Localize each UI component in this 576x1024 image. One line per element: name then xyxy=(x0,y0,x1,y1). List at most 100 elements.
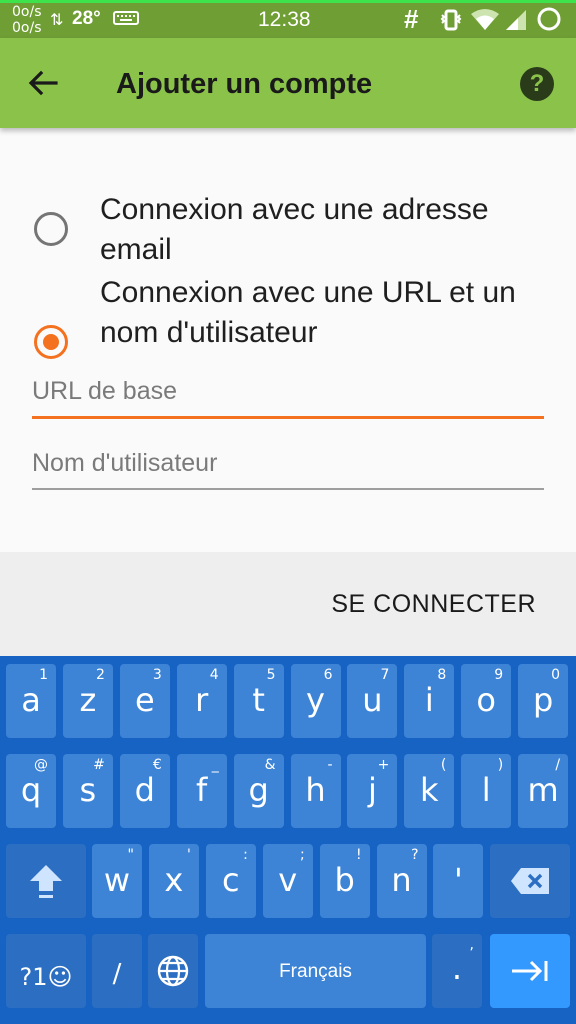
key-label: m xyxy=(527,771,559,809)
key-label: y xyxy=(306,681,325,719)
base-url-input[interactable] xyxy=(32,374,544,408)
key-label: n xyxy=(391,861,412,899)
base-url-field[interactable] xyxy=(32,374,544,419)
clock: 12:38 xyxy=(258,8,311,31)
option-email-label: Connexion avec une adresse email xyxy=(100,193,489,266)
key-label: h xyxy=(305,771,326,809)
key-label: t xyxy=(252,681,265,719)
key-label: i xyxy=(424,681,434,719)
data-transfer-icon: ⇅ xyxy=(50,12,64,29)
key-label: d xyxy=(134,771,155,809)
key-label: k xyxy=(420,771,439,809)
key-m[interactable]: / m xyxy=(518,754,569,828)
key-r[interactable]: 4r xyxy=(176,664,227,738)
wifi-icon xyxy=(470,8,500,37)
backspace-icon xyxy=(511,868,549,894)
key-d[interactable]: € d xyxy=(119,754,170,828)
tab-next-icon xyxy=(512,960,548,982)
key-label: b xyxy=(334,861,355,899)
key-label: p xyxy=(532,681,554,719)
key-label: z xyxy=(79,681,97,719)
key-label: v xyxy=(278,861,298,899)
symbols-key[interactable]: ?1☺ xyxy=(6,934,86,1008)
key-o[interactable]: 9o xyxy=(461,664,512,738)
key-label: o xyxy=(476,681,496,719)
key-label: l xyxy=(481,771,491,809)
soft-keyboard: 1a2z3e4r5t6y7u8i9o0p @ q # s € d _ f & g - h + j(k) l /… xyxy=(0,656,576,1024)
key-e[interactable]: 3e xyxy=(119,664,170,738)
download-rate: 0o/s xyxy=(12,20,42,36)
status-bar: 0o/s 0o/s ⇅ 28° 12:38 # xyxy=(0,0,576,38)
base-url-underline xyxy=(32,416,544,419)
account-form: Connexion avec une adresse email Connexi… xyxy=(0,128,576,552)
signal-icon xyxy=(504,8,528,37)
key-label: c xyxy=(222,861,240,899)
radio-url[interactable] xyxy=(34,325,68,359)
slash-key-label: / xyxy=(112,959,122,989)
keyboard-icon xyxy=(113,11,139,30)
key-q[interactable]: @ q xyxy=(6,754,56,828)
key-label: w xyxy=(103,861,131,899)
key-label: q xyxy=(20,771,42,809)
space-key[interactable]: Français xyxy=(205,934,426,1008)
option-url-label: Connexion avec une URL et un nom d'utili… xyxy=(100,276,516,349)
key-label: ' xyxy=(453,861,463,899)
key-b[interactable]: ! b xyxy=(319,844,370,918)
period-key[interactable]: , . xyxy=(432,934,482,1008)
key-c[interactable]: :c xyxy=(205,844,256,918)
connect-button[interactable]: SE CONNECTER xyxy=(331,590,536,619)
language-key[interactable] xyxy=(148,934,198,1008)
symbols-key-label: ?1☺ xyxy=(19,963,73,991)
arrow-left-icon xyxy=(28,70,58,96)
globe-icon xyxy=(157,955,189,987)
key-z[interactable]: 2z xyxy=(62,664,113,738)
battery-icon xyxy=(536,6,562,37)
key-a[interactable]: 1a xyxy=(6,664,56,738)
key-t[interactable]: 5t xyxy=(233,664,284,738)
upload-rate: 0o/s xyxy=(12,4,42,20)
key-g[interactable]: & g xyxy=(233,754,284,828)
app-bar: Ajouter un compte ? xyxy=(0,38,576,128)
next-key[interactable] xyxy=(490,934,570,1008)
backspace-key[interactable] xyxy=(490,844,570,918)
key-u[interactable]: 7u xyxy=(347,664,398,738)
space-key-label: Français xyxy=(279,961,352,982)
key-label: x xyxy=(164,861,184,899)
help-button[interactable]: ? xyxy=(520,67,554,101)
key-label: e xyxy=(134,681,155,719)
key-v[interactable]: ; v xyxy=(262,844,313,918)
back-button[interactable] xyxy=(26,66,60,100)
username-underline xyxy=(32,488,544,490)
key-apostrophe[interactable]: ' xyxy=(433,844,484,918)
key-j[interactable]: + j xyxy=(347,754,398,828)
key-i[interactable]: 8i xyxy=(404,664,455,738)
key-k[interactable]: (k xyxy=(404,754,455,828)
key-f[interactable]: _ f xyxy=(176,754,227,828)
key-s[interactable]: # s xyxy=(62,754,113,828)
shift-icon xyxy=(30,865,62,898)
key-label: r xyxy=(195,681,209,719)
username-input[interactable] xyxy=(32,446,544,480)
key-label: u xyxy=(362,681,383,719)
key-p[interactable]: 0p xyxy=(518,664,569,738)
radio-email[interactable] xyxy=(34,212,68,246)
key-label: f xyxy=(196,771,208,809)
key-w[interactable]: " w xyxy=(92,844,142,918)
key-label: a xyxy=(21,681,41,719)
username-field[interactable] xyxy=(32,446,544,490)
key-x[interactable]: ' x xyxy=(148,844,199,918)
key-l[interactable]: ) l xyxy=(461,754,512,828)
page-title: Ajouter un compte xyxy=(116,68,373,100)
key-h[interactable]: -h xyxy=(290,754,341,828)
action-bar: SE CONNECTER xyxy=(0,552,576,656)
slash-key[interactable]: / xyxy=(92,934,142,1008)
screen: 0o/s 0o/s ⇅ 28° 12:38 # Ajouter un compt… xyxy=(0,0,576,1024)
status-bar-accent-line xyxy=(0,0,576,3)
network-rates: 0o/s 0o/s xyxy=(12,4,41,36)
help-icon: ? xyxy=(529,70,545,97)
vibrate-icon xyxy=(440,8,462,37)
temperature: 28° xyxy=(72,8,101,29)
shift-key[interactable] xyxy=(6,844,86,918)
key-n[interactable]: ? n xyxy=(376,844,427,918)
key-y[interactable]: 6y xyxy=(290,664,341,738)
